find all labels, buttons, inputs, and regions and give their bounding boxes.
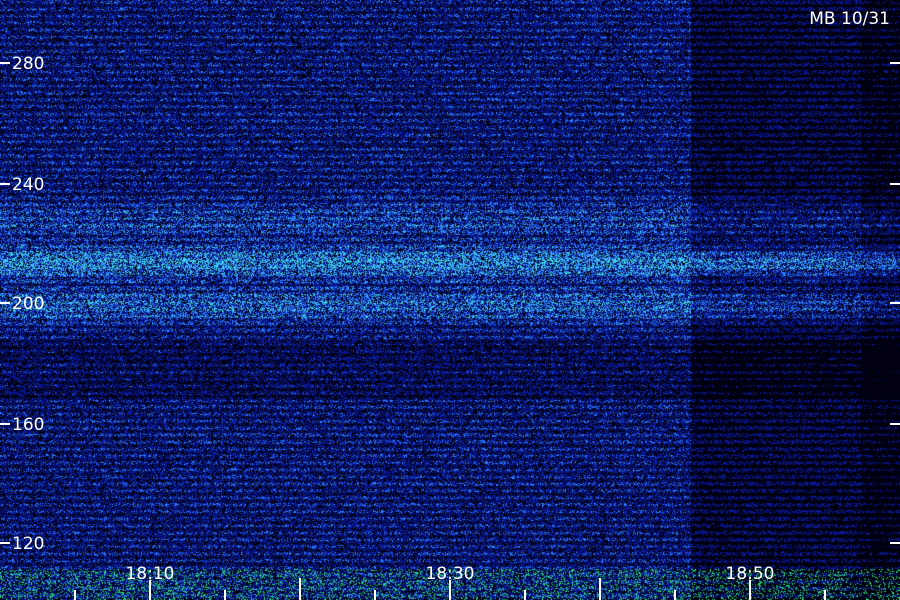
spectrogram-image — [0, 0, 900, 600]
